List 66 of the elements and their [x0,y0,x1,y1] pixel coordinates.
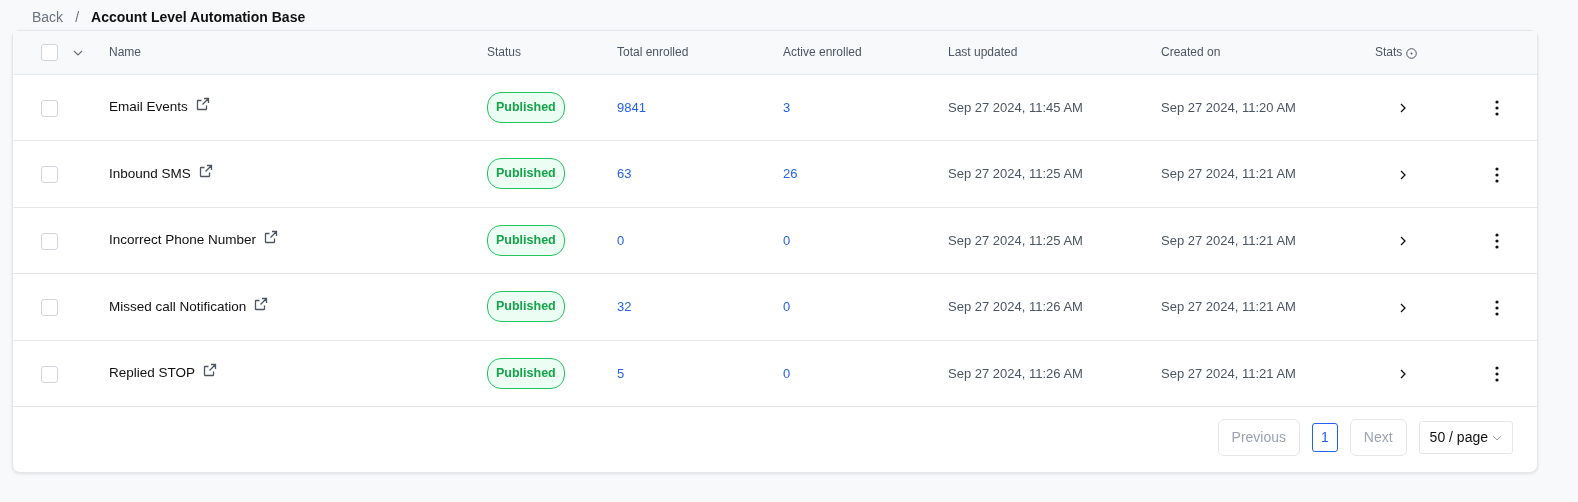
column-header: Status [487,45,522,60]
column-header: Name [109,45,141,60]
status-tag: Published [487,291,565,323]
chevron-down-icon [1492,434,1502,441]
enrolled-count-link[interactable]: 63 [617,166,632,181]
enrolled-count-link[interactable]: 5 [617,365,625,381]
date-text: Sep 27 2024, 11:20 AM [1161,99,1296,115]
more-vertical-icon[interactable] [1495,166,1499,183]
column-header: Total enrolled [617,45,689,60]
page-title: Account Level Automation Base [91,8,306,27]
date-text: Sep 27 2024, 11:21 AM [1161,365,1296,381]
row-checkbox[interactable] [41,99,58,117]
external-link-icon[interactable] [198,163,213,178]
row-checkbox[interactable] [41,166,58,184]
row-checkbox[interactable] [41,365,58,383]
status-tag: Published [487,158,565,190]
page-size-select[interactable]: 50 / page [1418,421,1513,454]
enrolled-count-link[interactable]: 26 [783,166,798,181]
automation-name[interactable]: Email Events [109,99,188,115]
more-vertical-icon[interactable] [1495,299,1499,316]
automation-name[interactable]: Incorrect Phone Number [109,232,257,248]
date-text: Sep 27 2024, 11:21 AM [1161,166,1296,181]
external-link-icon[interactable] [195,97,210,112]
external-link-icon[interactable] [254,296,269,311]
date-text: Sep 27 2024, 11:21 AM [1161,299,1296,314]
chevron-down-icon[interactable] [73,50,83,57]
date-text: Sep 27 2024, 11:45 AM [948,99,1083,115]
column-header: Created on [1161,45,1221,60]
select-all-checkbox[interactable] [41,44,58,62]
date-text: Sep 27 2024, 11:26 AM [948,365,1083,381]
date-text: Sep 27 2024, 11:25 AM [948,232,1083,248]
enrolled-count-link[interactable]: 0 [783,365,791,381]
external-link-icon[interactable] [203,363,218,378]
date-text: Sep 27 2024, 11:25 AM [948,166,1083,181]
status-tag: Published [487,357,565,389]
more-vertical-icon[interactable] [1495,100,1499,117]
column-header: Active enrolled [783,45,862,60]
chevron-right-icon[interactable] [1400,236,1406,247]
page-number-button[interactable]: 1 [1312,423,1338,452]
chevron-right-icon[interactable] [1400,103,1406,114]
status-tag: Published [487,224,565,256]
status-tag: Published [487,91,565,123]
date-text: Sep 27 2024, 11:21 AM [1161,232,1296,248]
enrolled-count-link[interactable]: 0 [783,299,791,314]
column-header: Last updated [948,45,1018,60]
enrolled-count-link[interactable]: 0 [617,232,625,248]
column-header: Stats [1375,45,1403,60]
breadcrumb-separator: / [75,8,79,27]
enrolled-count-link[interactable]: 0 [783,232,791,248]
enrolled-count-link[interactable]: 32 [617,299,632,314]
row-checkbox[interactable] [41,232,58,250]
enrolled-count-link[interactable]: 3 [783,99,791,115]
back-link[interactable]: Back [32,7,64,28]
automation-name[interactable]: Inbound SMS [109,165,191,181]
chevron-right-icon[interactable] [1400,302,1406,313]
automation-name[interactable]: Missed call Notification [109,298,247,314]
row-checkbox[interactable] [41,299,58,317]
automation-name[interactable]: Replied STOP [109,365,196,381]
chevron-right-icon[interactable] [1400,169,1406,180]
date-text: Sep 27 2024, 11:26 AM [948,299,1083,314]
more-vertical-icon[interactable] [1495,233,1499,250]
info-icon [1406,47,1418,59]
external-link-icon[interactable] [264,230,279,245]
more-vertical-icon[interactable] [1495,366,1499,383]
enrolled-count-link[interactable]: 9841 [617,99,646,115]
chevron-right-icon[interactable] [1400,369,1406,380]
